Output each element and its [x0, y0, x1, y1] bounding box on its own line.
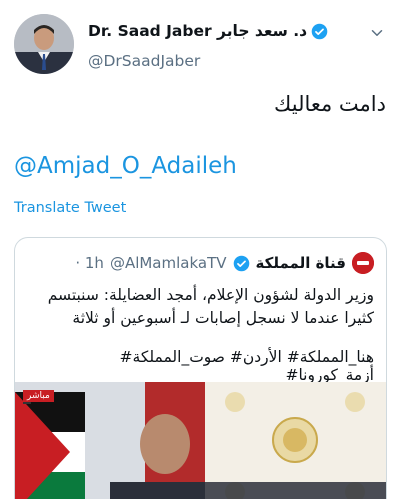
author-handle[interactable]: @DrSaadJaber — [88, 52, 200, 70]
author-name-line[interactable]: Dr. Saad Jaber د. سعد جابر — [88, 22, 328, 40]
translate-tweet-link[interactable]: Translate Tweet — [14, 200, 126, 216]
quoted-tweet-media[interactable]: مباشر — [15, 382, 386, 499]
media-right-panel — [205, 382, 386, 499]
quoted-author-handle: @AlMamlakaTV — [109, 254, 227, 272]
quoted-tweet-age: · 1h — [75, 254, 104, 272]
live-sub-label — [23, 402, 31, 404]
quoted-tweet-card[interactable]: قناة المملكة @AlMamlakaTV · 1h وزير الدو… — [14, 237, 387, 499]
quoted-verified-badge-icon — [233, 255, 250, 272]
quoted-tweet-body: وزير الدولة لشؤون الإعلام، أمجد العضايلة… — [47, 286, 374, 327]
quoted-author-name: قناة المملكة — [255, 254, 346, 272]
author-name[interactable]: Dr. Saad Jaber د. سعد جابر — [88, 22, 307, 40]
tweet-text: دامت معاليك — [274, 92, 386, 116]
quoted-tweet-hashtags[interactable]: هنا_المملكة# الأردن# صوت_المملكة# أزمة_ك… — [27, 348, 374, 384]
tweet-header: Dr. Saad Jaber د. سعد جابر @DrSaadJaber — [14, 14, 386, 78]
author-avatar[interactable] — [14, 14, 74, 74]
media-left-panel: مباشر — [15, 382, 205, 499]
verified-badge-icon — [311, 23, 328, 40]
quoted-author-avatar — [352, 252, 374, 274]
live-label: مباشر — [23, 390, 54, 402]
quoted-tweet-header: قناة المملكة @AlMamlakaTV · 1h — [27, 252, 374, 274]
chevron-down-icon[interactable] — [368, 24, 386, 42]
mention-link[interactable]: @Amjad_O_Adaileh — [14, 153, 237, 179]
